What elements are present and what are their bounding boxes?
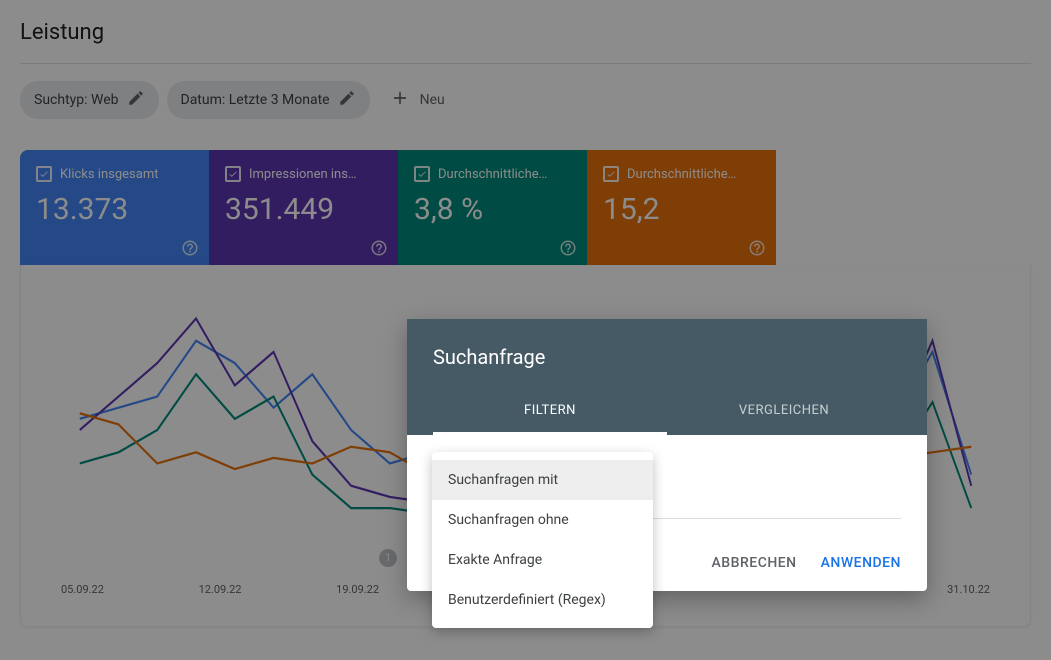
dropdown-item-not-contains[interactable]: Suchanfragen ohne <box>432 500 653 540</box>
dropdown-item-contains[interactable]: Suchanfragen mit <box>432 460 653 500</box>
dropdown-item-regex[interactable]: Benutzerdefiniert (Regex) <box>432 580 653 620</box>
apply-button[interactable]: ANWENDEN <box>821 555 901 571</box>
dropdown-item-exact[interactable]: Exakte Anfrage <box>432 540 653 580</box>
match-type-dropdown: Suchanfragen mit Suchanfragen ohne Exakt… <box>432 452 653 628</box>
tab-filter[interactable]: FILTERN <box>433 389 667 435</box>
dialog-tabs: FILTERN VERGLEICHEN <box>433 389 901 435</box>
tab-compare[interactable]: VERGLEICHEN <box>667 389 901 435</box>
dialog-title: Suchanfrage <box>433 345 901 369</box>
cancel-button[interactable]: ABBRECHEN <box>712 555 797 571</box>
